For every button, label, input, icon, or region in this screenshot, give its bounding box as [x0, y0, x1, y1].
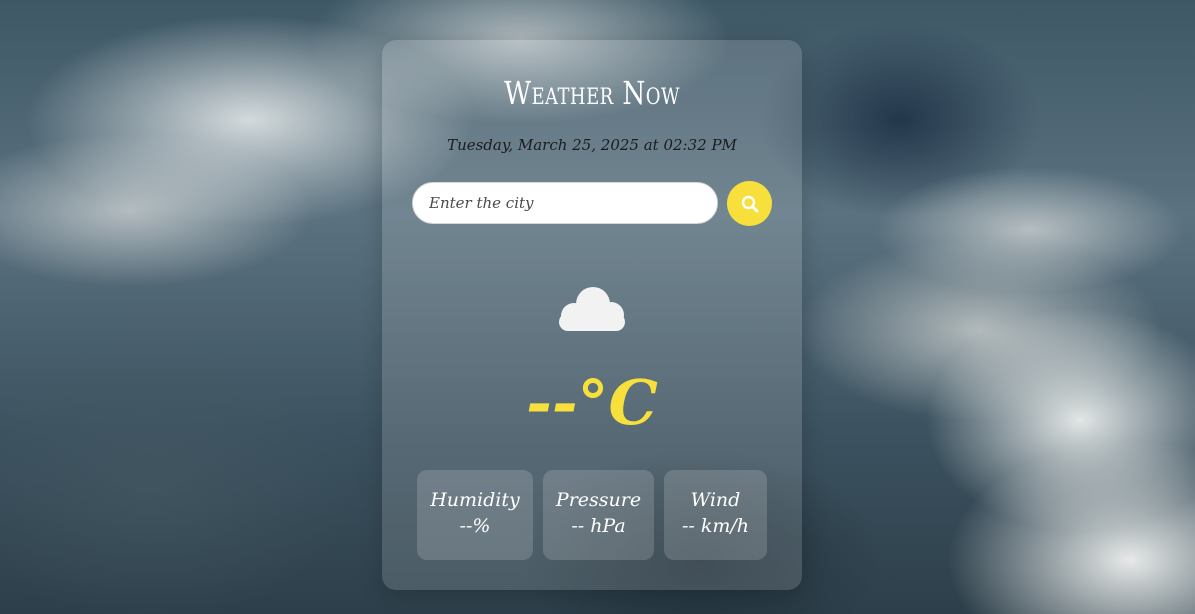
app-title: Weather Now: [504, 74, 680, 112]
temperature-display: --°C: [526, 366, 658, 439]
humidity-stat: Humidity --%: [417, 470, 533, 560]
wind-label: Wind: [690, 489, 741, 511]
search-button[interactable]: [727, 181, 772, 226]
pressure-stat: Pressure -- hPa: [543, 470, 654, 560]
pressure-label: Pressure: [555, 489, 642, 511]
wind-value: -- km/h: [681, 515, 750, 537]
search-icon: [740, 194, 760, 214]
current-datetime: Tuesday, March 25, 2025 at 02:32 PM: [447, 136, 737, 154]
pressure-value: -- hPa: [571, 515, 626, 537]
humidity-value: --%: [459, 515, 491, 537]
city-search-input[interactable]: [412, 182, 718, 224]
humidity-label: Humidity: [430, 489, 520, 511]
cloud-icon: [555, 284, 629, 334]
wind-stat: Wind -- km/h: [664, 470, 767, 560]
weather-card: Weather Now Tuesday, March 25, 2025 at 0…: [382, 40, 802, 590]
